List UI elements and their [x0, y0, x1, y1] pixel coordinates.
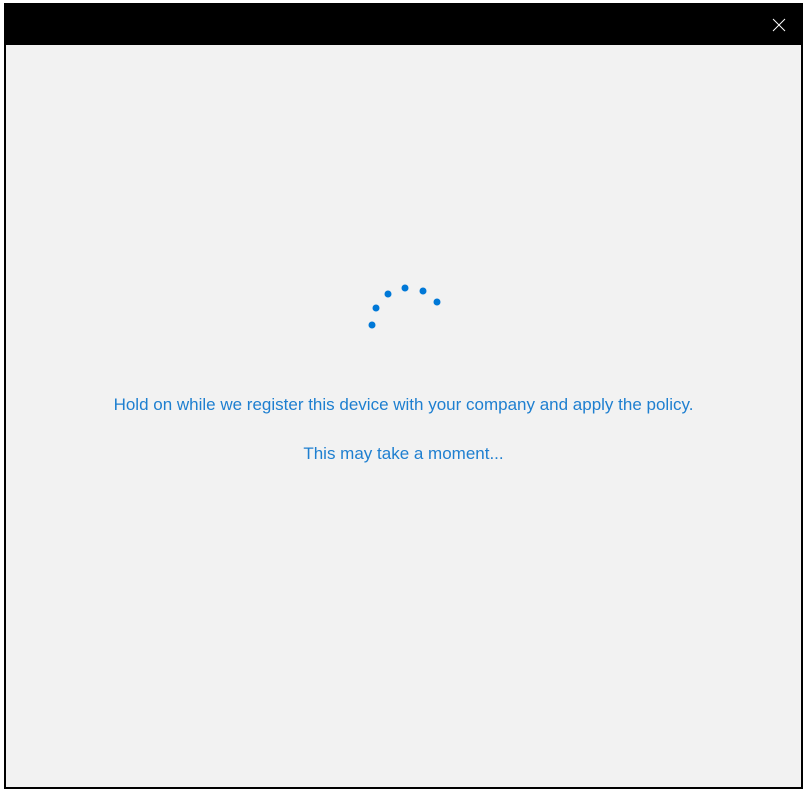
close-icon [772, 18, 786, 32]
status-message: Hold on while we register this device wi… [113, 395, 694, 414]
spinner-dot [419, 287, 427, 295]
spinner-dot [384, 290, 392, 298]
content-area: Hold on while we register this device wi… [6, 45, 801, 787]
spinner-dot [368, 321, 376, 329]
close-button[interactable] [757, 5, 801, 45]
spinner-dot [433, 298, 441, 306]
spinner-dot [401, 284, 409, 292]
dialog-window: Hold on while we register this device wi… [4, 3, 803, 789]
status-submessage: This may take a moment... [303, 444, 504, 463]
spinner-dot [372, 304, 380, 312]
loading-spinner-icon [368, 284, 441, 329]
title-bar [6, 5, 801, 45]
